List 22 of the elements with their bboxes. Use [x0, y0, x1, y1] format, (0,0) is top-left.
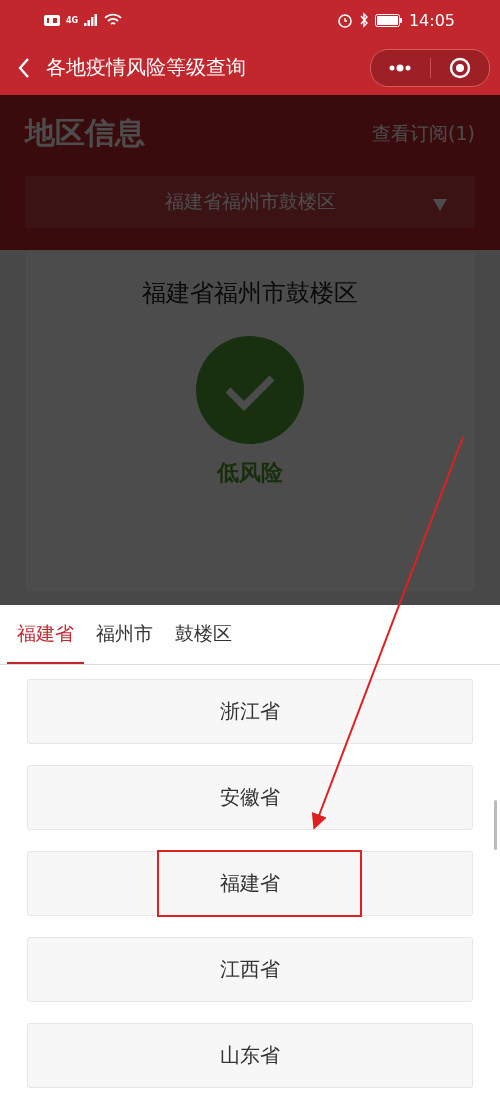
region-tab[interactable]: 福州市 — [86, 605, 163, 664]
card-region: 福建省福州市鼓楼区 — [142, 278, 358, 309]
wifi-icon — [104, 13, 123, 27]
region-tab[interactable]: 福建省 — [7, 605, 84, 664]
clock-time: 14:05 — [408, 10, 455, 30]
bluetooth-icon — [358, 12, 369, 28]
close-icon[interactable] — [448, 56, 471, 79]
province-option[interactable]: 安徽省 — [27, 765, 473, 830]
network-type: 4G — [66, 15, 79, 25]
page-title: 各地疫情风险等级查询 — [46, 54, 247, 81]
province-option[interactable]: 山东省 — [27, 1023, 473, 1088]
risk-level: 低风险 — [217, 459, 283, 487]
region-tab[interactable]: 鼓楼区 — [165, 605, 242, 664]
more-icon[interactable] — [388, 63, 413, 72]
section-title: 地区信息 — [25, 114, 145, 152]
province-option[interactable]: 浙江省 — [27, 679, 473, 744]
back-icon[interactable] — [18, 56, 30, 79]
alarm-icon — [336, 12, 353, 28]
signal-icon — [84, 14, 99, 26]
province-option[interactable]: 福建省 — [27, 851, 473, 916]
province-option[interactable]: 江西省 — [27, 937, 473, 1002]
battery-icon — [374, 13, 403, 27]
